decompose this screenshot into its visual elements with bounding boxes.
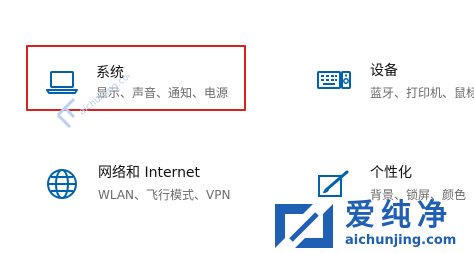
watermark-brand-name: 爱纯净 bbox=[345, 198, 453, 233]
tile-title: 网络和 Internet bbox=[98, 165, 201, 181]
settings-tile-network[interactable]: 网络和 Internet WLAN、飞行模式、VPN bbox=[42, 164, 262, 204]
tile-title: 个性化 bbox=[370, 165, 412, 181]
brand-logo-icon bbox=[275, 204, 333, 248]
tile-description: 显示、声音、通知、电源 bbox=[96, 86, 229, 100]
tile-description: 蓝牙、打印机、鼠标 bbox=[370, 86, 474, 100]
tile-title: 系统 bbox=[96, 65, 124, 81]
settings-tile-devices[interactable]: 设备 蓝牙、打印机、鼠标 bbox=[314, 62, 474, 102]
laptop-icon bbox=[42, 62, 82, 102]
tile-description: WLAN、飞行模式、VPN bbox=[98, 188, 231, 202]
globe-icon bbox=[42, 164, 82, 204]
tile-title: 设备 bbox=[370, 63, 398, 79]
settings-tile-system[interactable]: 系统 显示、声音、通知、电源 bbox=[26, 45, 246, 111]
watermark-url: aichunjing.com bbox=[345, 233, 457, 248]
keyboard-icon bbox=[314, 62, 354, 102]
